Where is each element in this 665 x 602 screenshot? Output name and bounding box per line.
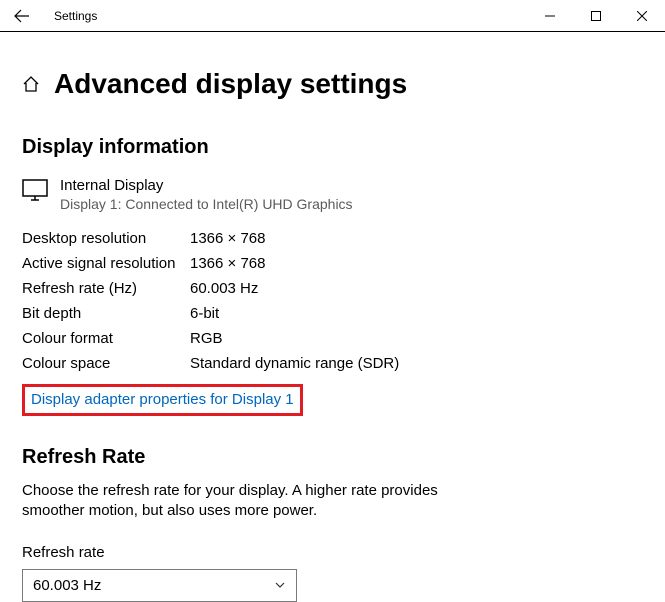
- chevron-down-icon: [274, 579, 286, 591]
- refresh-rate-dropdown-label: Refresh rate: [22, 544, 643, 561]
- info-row: Desktop resolution 1366 × 768: [22, 226, 643, 251]
- close-button[interactable]: [619, 0, 665, 31]
- window-controls: [527, 0, 665, 31]
- content-area: Advanced display settings Display inform…: [0, 32, 665, 602]
- info-label: Colour space: [22, 355, 190, 372]
- minimize-icon: [545, 11, 555, 21]
- refresh-rate-heading: Refresh Rate: [22, 446, 643, 469]
- info-value: RGB: [190, 330, 223, 347]
- info-value: 60.003 Hz: [190, 280, 258, 297]
- info-value: 6-bit: [190, 305, 219, 322]
- page-header: Advanced display settings: [22, 68, 643, 100]
- display-info-table: Desktop resolution 1366 × 768 Active sig…: [22, 226, 643, 376]
- display-sub: Display 1: Connected to Intel(R) UHD Gra…: [60, 196, 353, 212]
- info-label: Desktop resolution: [22, 230, 190, 247]
- info-label: Refresh rate (Hz): [22, 280, 190, 297]
- info-row: Colour space Standard dynamic range (SDR…: [22, 351, 643, 376]
- display-info-heading: Display information: [22, 136, 643, 159]
- display-name: Internal Display: [60, 177, 353, 194]
- info-row: Active signal resolution 1366 × 768: [22, 251, 643, 276]
- arrow-left-icon: [14, 8, 30, 24]
- info-value: 1366 × 768: [190, 255, 266, 272]
- info-value: 1366 × 768: [190, 230, 266, 247]
- display-adapter-link[interactable]: Display adapter properties for Display 1: [31, 391, 294, 408]
- window-title: Settings: [54, 9, 97, 23]
- info-label: Colour format: [22, 330, 190, 347]
- info-label: Bit depth: [22, 305, 190, 322]
- monitor-icon: [22, 179, 48, 206]
- info-row: Refresh rate (Hz) 60.003 Hz: [22, 276, 643, 301]
- info-value: Standard dynamic range (SDR): [190, 355, 399, 372]
- refresh-rate-dropdown-value: 60.003 Hz: [33, 577, 101, 594]
- maximize-button[interactable]: [573, 0, 619, 31]
- close-icon: [637, 11, 647, 21]
- info-row: Bit depth 6-bit: [22, 301, 643, 326]
- refresh-rate-dropdown[interactable]: 60.003 Hz: [22, 569, 297, 602]
- minimize-button[interactable]: [527, 0, 573, 31]
- info-label: Active signal resolution: [22, 255, 190, 272]
- titlebar: Settings: [0, 0, 665, 32]
- display-block: Internal Display Display 1: Connected to…: [22, 177, 643, 212]
- maximize-icon: [591, 11, 601, 21]
- refresh-rate-description: Choose the refresh rate for your display…: [22, 481, 462, 522]
- back-button[interactable]: [8, 0, 36, 31]
- page-title: Advanced display settings: [54, 68, 407, 100]
- adapter-link-highlight: Display adapter properties for Display 1: [22, 384, 303, 416]
- home-icon[interactable]: [22, 75, 40, 93]
- info-row: Colour format RGB: [22, 326, 643, 351]
